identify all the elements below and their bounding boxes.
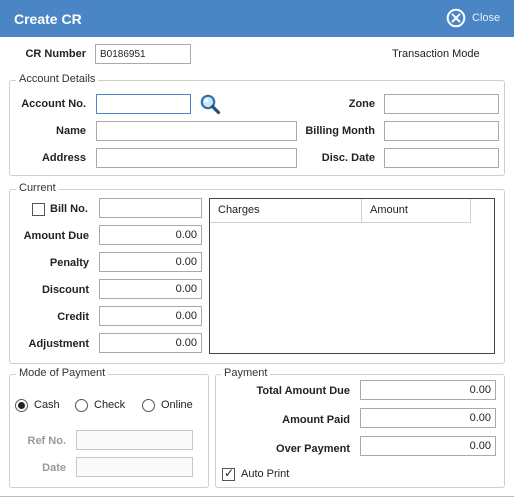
account-no-field[interactable] xyxy=(96,94,191,114)
bill-no-label: Bill No. xyxy=(50,203,88,215)
check-radio[interactable] xyxy=(75,399,88,412)
bill-no-field[interactable] xyxy=(99,198,202,218)
cr-number-field[interactable] xyxy=(95,44,191,64)
amount-due-label: Amount Due xyxy=(23,230,89,242)
check-label: Check xyxy=(94,399,126,411)
billing-month-field[interactable] xyxy=(384,121,499,141)
zone-label: Zone xyxy=(348,98,375,110)
account-details-legend: Account Details xyxy=(16,73,99,85)
name-field[interactable] xyxy=(96,121,297,141)
amount-paid-label: Amount Paid xyxy=(282,414,350,426)
cash-label: Cash xyxy=(34,399,60,411)
disc-date-field[interactable] xyxy=(384,148,499,168)
ref-no-label: Ref No. xyxy=(27,435,67,447)
ref-no-field[interactable] xyxy=(76,430,193,450)
cr-number-label: CR Number xyxy=(25,48,86,60)
name-label: Name xyxy=(56,125,86,137)
adjustment-field[interactable] xyxy=(99,333,202,353)
discount-label: Discount xyxy=(41,284,89,296)
window-title: Create CR xyxy=(14,11,82,27)
close-button[interactable]: Close xyxy=(446,8,500,28)
credit-field[interactable] xyxy=(99,306,202,326)
auto-print-checkbox[interactable] xyxy=(222,466,235,481)
search-icon[interactable] xyxy=(199,93,221,115)
address-field[interactable] xyxy=(96,148,297,168)
date-label: Date xyxy=(42,462,66,474)
online-label: Online xyxy=(161,399,193,411)
discount-field[interactable] xyxy=(99,279,202,299)
disc-date-label: Disc. Date xyxy=(321,152,375,164)
date-field[interactable] xyxy=(76,457,193,477)
amount-column-header[interactable]: Amount xyxy=(362,199,471,222)
billing-month-label: Billing Month xyxy=(305,125,375,137)
current-legend: Current xyxy=(16,182,59,194)
total-amount-due-field[interactable] xyxy=(360,380,496,400)
transaction-mode-label: Transaction Mode xyxy=(392,48,480,60)
charges-grid[interactable]: Charges Amount xyxy=(209,198,495,354)
auto-print-label: Auto Print xyxy=(241,468,290,480)
mode-of-payment-legend: Mode of Payment xyxy=(16,367,109,379)
online-radio[interactable] xyxy=(142,399,155,412)
penalty-field[interactable] xyxy=(99,252,202,272)
zone-field[interactable] xyxy=(384,94,499,114)
amount-due-field[interactable] xyxy=(99,225,202,245)
over-payment-label: Over Payment xyxy=(276,443,350,455)
amount-paid-field[interactable] xyxy=(360,408,496,428)
title-bar: Create CR Close xyxy=(0,0,514,37)
penalty-label: Penalty xyxy=(49,257,89,269)
address-label: Address xyxy=(41,152,86,164)
payment-legend: Payment xyxy=(221,367,271,379)
close-circle-icon xyxy=(446,8,466,28)
credit-label: Credit xyxy=(57,311,89,323)
grid-header: Charges Amount xyxy=(210,199,471,223)
charges-column-header[interactable]: Charges xyxy=(210,199,362,222)
over-payment-field[interactable] xyxy=(360,436,496,456)
account-no-label: Account No. xyxy=(21,98,86,110)
total-amount-due-label: Total Amount Due xyxy=(256,385,351,397)
adjustment-label: Adjustment xyxy=(28,338,90,350)
close-label: Close xyxy=(472,12,501,24)
bottom-divider xyxy=(0,496,514,497)
cash-radio[interactable] xyxy=(15,399,28,412)
bill-no-checkbox[interactable] xyxy=(32,203,45,216)
